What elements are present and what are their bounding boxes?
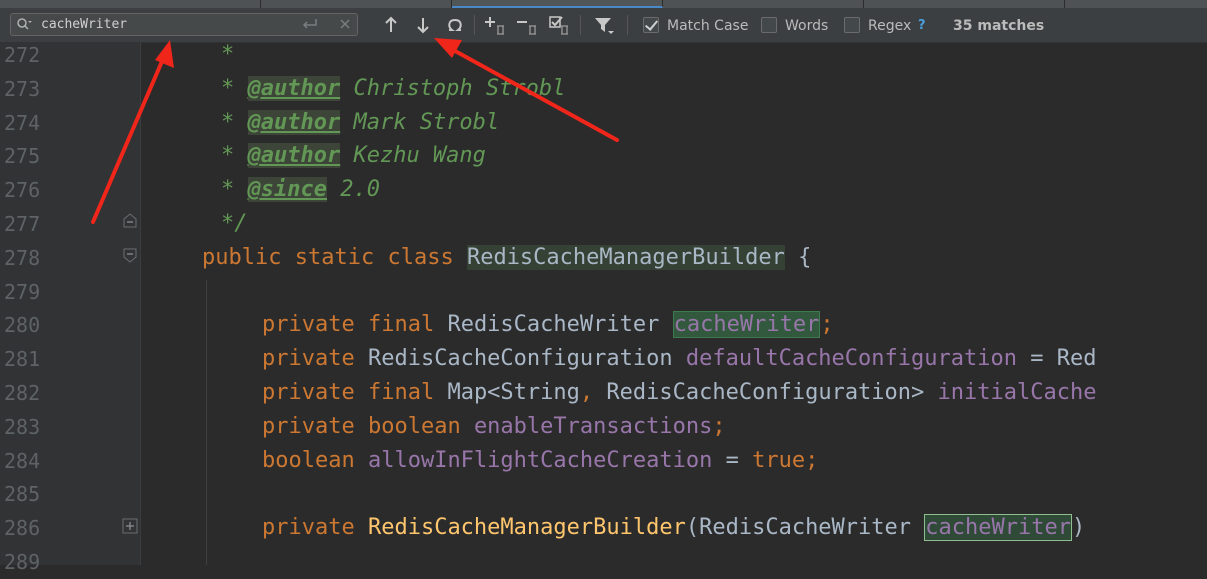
code-text[interactable]: private final Map<String, RedisCacheConf… [262,380,1096,406]
code-line[interactable]: 275 * @author Kezhu Wang [0,139,1207,173]
code-text[interactable]: private RedisCacheManagerBuilder(RedisCa… [262,514,1085,542]
code-line[interactable]: 289 [0,545,1207,579]
code-line[interactable]: 278 public static class RedisCacheManager… [0,241,1207,275]
editor-tab-active[interactable] [452,0,663,8]
code-text[interactable]: private boolean enableTransactions; [262,414,726,440]
remove-occurrence-icon[interactable] [516,14,538,36]
code-line[interactable]: 283 private boolean enableTransactions; [0,410,1207,444]
fold-icon[interactable] [122,212,138,228]
code-text[interactable]: private RedisCacheConfiguration defaultC… [262,346,1096,372]
line-number: 282 [4,381,41,405]
code-text[interactable]: * @since 2.0 [221,177,380,203]
line-number: 281 [4,347,41,372]
search-input[interactable] [41,15,301,34]
add-occurrence-icon[interactable] [484,14,506,36]
arrow-up-icon[interactable] [380,14,402,36]
code-line[interactable]: 286 private RedisCacheManagerBuilder(Redi… [0,511,1207,545]
code-text[interactable]: */ [221,211,248,237]
editor-tab[interactable] [261,0,452,8]
line-number: 289 [4,550,41,574]
omega-icon[interactable] [444,14,466,36]
code-line[interactable]: 272 * [0,38,1207,72]
code-text[interactable]: public static class RedisCacheManagerBui… [202,244,811,271]
code-line[interactable]: 277 */ [0,207,1207,241]
code-line[interactable]: 276 * @since 2.0 [0,173,1207,207]
code-line[interactable]: 280 private final RedisCacheWriter cacheW… [0,308,1207,342]
toolbar-separator [474,15,475,35]
editor-tab[interactable] [663,0,864,8]
line-number: 283 [4,414,41,439]
match-case-checkbox[interactable]: Match Case [643,17,748,35]
code-text[interactable]: * @author Kezhu Wang [221,143,486,169]
code-text[interactable]: private final RedisCacheWriter cacheWrit… [262,311,834,339]
line-number: 285 [4,482,41,507]
line-number: 277 [4,212,41,236]
regex-checkbox[interactable]: Regex [844,17,914,35]
line-number: 284 [4,448,41,473]
line-number: 279 [4,279,41,304]
code-line[interactable]: 285 [0,477,1207,511]
code-text[interactable]: * @author Mark Strobl [221,109,499,136]
match-count: 35 matches [953,18,1045,34]
line-number: 276 [4,178,41,203]
match-case-check[interactable] [643,17,659,33]
code-line[interactable]: 279 [0,275,1207,309]
code-line[interactable]: 282 private final Map<String, RedisCacheC… [0,376,1207,410]
code-text[interactable]: boolean allowInFlightCacheCreation = tru… [262,448,818,474]
code-text[interactable]: * @author Christoph Strobl [221,75,565,102]
search-icon[interactable] [16,17,32,31]
regex-help-link[interactable]: ? [918,18,926,33]
words-label[interactable]: Words [785,17,828,35]
line-number: 273 [4,76,41,101]
line-number: 274 [4,110,41,135]
fold-icon[interactable] [122,518,138,534]
search-box[interactable] [10,13,358,36]
editor-tab[interactable] [864,0,1065,8]
words-check[interactable] [761,17,777,33]
line-number: 278 [4,245,41,270]
editor-tab-strip [0,0,1207,8]
code-text[interactable]: * [221,42,234,68]
fold-icon[interactable] [122,248,138,264]
line-number: 286 [4,516,41,541]
enter-icon[interactable] [301,17,319,31]
editor-tab[interactable] [1065,0,1207,8]
select-all-occurrences-icon[interactable] [548,14,570,36]
code-line[interactable]: 273 * @author Christoph Strobl [0,72,1207,106]
toolbar-separator [627,15,628,35]
words-checkbox[interactable]: Words [761,17,833,35]
code-line[interactable]: 281 private RedisCacheConfiguration defau… [0,342,1207,376]
code-line[interactable]: 284 boolean allowInFlightCacheCreation = … [0,444,1207,478]
toolbar-separator [580,15,581,35]
line-number: 272 [4,43,41,67]
arrow-down-icon[interactable] [412,14,434,36]
editor-tab[interactable] [0,0,261,8]
clear-icon[interactable] [338,17,352,31]
regex-check[interactable] [844,17,860,33]
match-case-label[interactable]: Match Case [667,17,748,35]
filter-icon[interactable] [593,14,615,36]
line-number: 280 [4,313,41,338]
line-number: 275 [4,144,41,169]
regex-label[interactable]: Regex [868,17,911,35]
code-line[interactable]: 274 * @author Mark Strobl [0,106,1207,140]
